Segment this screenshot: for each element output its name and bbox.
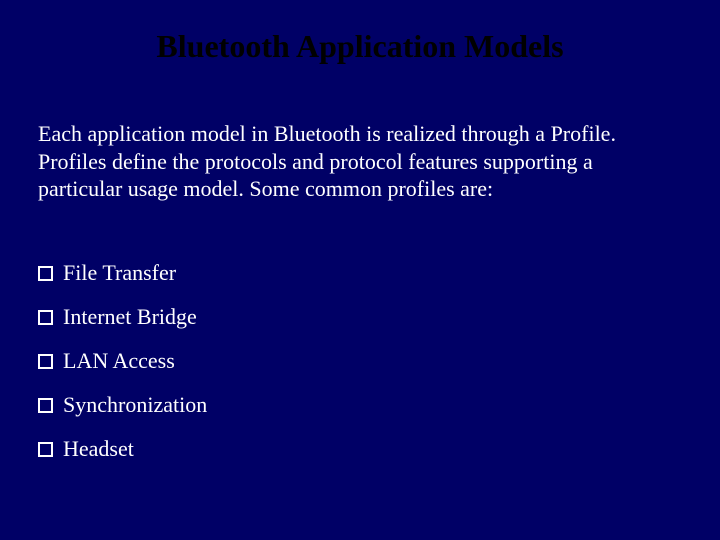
intro-paragraph: Each application model in Bluetooth is r…: [38, 120, 682, 203]
square-bullet-icon: [38, 398, 53, 413]
bullet-list: File Transfer Internet Bridge LAN Access…: [38, 260, 682, 480]
square-bullet-icon: [38, 354, 53, 369]
slide: Bluetooth Application Models Each applic…: [0, 0, 720, 540]
list-item-label: Headset: [63, 436, 134, 462]
list-item-label: File Transfer: [63, 260, 176, 286]
list-item: File Transfer: [38, 260, 682, 286]
slide-title: Bluetooth Application Models: [0, 28, 720, 65]
list-item: LAN Access: [38, 348, 682, 374]
square-bullet-icon: [38, 442, 53, 457]
list-item: Synchronization: [38, 392, 682, 418]
list-item-label: Internet Bridge: [63, 304, 197, 330]
square-bullet-icon: [38, 310, 53, 325]
list-item: Headset: [38, 436, 682, 462]
list-item: Internet Bridge: [38, 304, 682, 330]
list-item-label: Synchronization: [63, 392, 207, 418]
square-bullet-icon: [38, 266, 53, 281]
list-item-label: LAN Access: [63, 348, 175, 374]
